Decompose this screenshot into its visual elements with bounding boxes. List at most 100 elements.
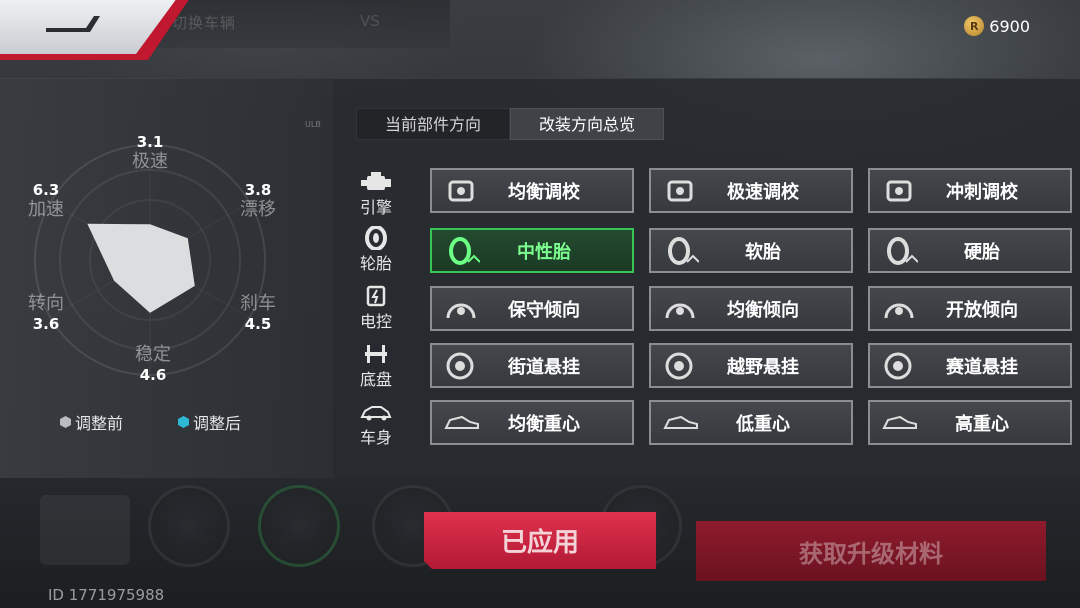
- category-label: 引擎: [359, 198, 392, 217]
- stat-name: 漂移: [240, 199, 276, 220]
- car-body-icon: [882, 415, 917, 429]
- option-neutral-tire[interactable]: 中性胎: [430, 228, 634, 273]
- category-label: 底盘: [359, 370, 392, 389]
- legend-before: 调整前: [60, 410, 123, 434]
- tire-icon: [887, 236, 918, 265]
- part-slot[interactable]: [148, 485, 230, 567]
- stat-name: 转向: [28, 293, 64, 314]
- hexagon-icon: [60, 416, 71, 428]
- radar-label-acceleration: 6.3 加速: [18, 180, 74, 220]
- option-sprint-tuning[interactable]: 冲刺调校: [868, 168, 1072, 213]
- option-label: 均衡倾向: [727, 299, 799, 321]
- category-electronics: 电控: [350, 284, 402, 332]
- category-engine: 引擎: [350, 170, 402, 218]
- chassis-icon: [365, 345, 387, 363]
- option-label: 高重心: [955, 413, 1009, 435]
- player-id: ID 1771975988: [48, 586, 165, 604]
- hexagon-icon: [178, 416, 189, 428]
- stats-tag: ULB: [305, 120, 321, 129]
- radar-before-polygon: [87, 223, 195, 313]
- category-body: 车身: [350, 400, 402, 448]
- gauge-icon: [884, 303, 914, 318]
- back-button[interactable]: [0, 0, 200, 60]
- option-track-suspension[interactable]: 赛道悬挂: [868, 343, 1072, 388]
- tab-tuning-overview[interactable]: 改装方向总览: [510, 108, 665, 140]
- radar-label-drift: 3.8 漂移: [230, 180, 286, 220]
- car-body-icon: [444, 415, 479, 429]
- legend-after: 调整后: [178, 410, 241, 434]
- car-body-icon: [360, 406, 392, 421]
- currency-display: R 6900: [964, 16, 1030, 36]
- car-body-icon: [663, 415, 698, 429]
- option-label: 越野悬挂: [727, 356, 799, 378]
- option-label: 开放倾向: [946, 299, 1018, 321]
- category-label: 车身: [359, 428, 392, 447]
- coin-icon: R: [964, 16, 985, 36]
- tire-icon: [668, 236, 699, 265]
- stat-name: 加速: [28, 199, 64, 220]
- option-label: 均衡调校: [508, 181, 580, 203]
- option-label: 保守倾向: [508, 299, 580, 321]
- radar-label-top-speed: 3.1 极速: [125, 132, 175, 172]
- stat-value: 3.8: [244, 181, 272, 199]
- back-arrow-icon: [46, 16, 100, 32]
- get-upgrade-materials-button[interactable]: 获取升级材料: [696, 521, 1046, 581]
- option-balanced-tuning[interactable]: 均衡调校: [430, 168, 634, 213]
- option-conservative-bias[interactable]: 保守倾向: [430, 286, 634, 331]
- option-balanced-bias[interactable]: 均衡倾向: [649, 286, 853, 331]
- legend-after-label: 调整后: [193, 414, 242, 433]
- option-label: 赛道悬挂: [946, 356, 1018, 378]
- stat-value: 6.3: [32, 181, 60, 199]
- applied-button[interactable]: 已应用: [424, 512, 656, 569]
- option-high-center-of-gravity[interactable]: 高重心: [868, 400, 1072, 445]
- background-vs-text: VS: [360, 12, 380, 30]
- radar-label-stability: 稳定 4.6: [125, 345, 181, 385]
- option-hard-tire[interactable]: 硬胎: [868, 228, 1072, 273]
- stat-value: 3.1: [136, 133, 164, 151]
- gauge-icon: [446, 303, 476, 318]
- tire-icon: [365, 225, 387, 251]
- radar-label-steering: 转向 3.6: [18, 294, 74, 334]
- engine-icon: [448, 180, 474, 201]
- stat-value: 4.6: [139, 366, 167, 384]
- option-low-center-of-gravity[interactable]: 低重心: [649, 400, 853, 445]
- category-tire: 轮胎: [350, 225, 402, 274]
- brake-disc-icon: [446, 352, 474, 379]
- tab-current-part-direction[interactable]: 当前部件方向: [356, 108, 511, 140]
- stat-value: 3.6: [32, 315, 60, 333]
- category-label: 电控: [359, 312, 392, 331]
- option-label: 极速调校: [727, 181, 799, 203]
- direction-tabs: 当前部件方向 改装方向总览: [356, 108, 665, 140]
- option-offroad-suspension[interactable]: 越野悬挂: [649, 343, 853, 388]
- option-label: 冲刺调校: [946, 181, 1018, 203]
- radar-label-brake: 刹车 4.5: [230, 294, 286, 334]
- stat-name: 刹车: [240, 293, 276, 314]
- brake-disc-icon: [665, 352, 693, 379]
- option-label: 中性胎: [517, 241, 571, 263]
- background-car-thumbnail: [40, 495, 130, 565]
- engine-icon: [667, 180, 693, 201]
- option-label: 低重心: [736, 413, 790, 435]
- option-label: 硬胎: [964, 241, 1000, 263]
- option-label: 均衡重心: [508, 413, 580, 435]
- stat-name: 稳定: [135, 344, 171, 365]
- chip-icon: [366, 285, 386, 307]
- engine-icon: [361, 172, 391, 190]
- option-top-speed-tuning[interactable]: 极速调校: [649, 168, 853, 213]
- currency-value: 6900: [989, 16, 1030, 36]
- option-balanced-center-of-gravity[interactable]: 均衡重心: [430, 400, 634, 445]
- stat-value: 4.5: [244, 315, 272, 333]
- brake-disc-icon: [884, 352, 912, 379]
- part-slot[interactable]: [258, 485, 340, 567]
- tire-icon: [449, 236, 480, 265]
- option-label: 软胎: [745, 241, 781, 263]
- option-street-suspension[interactable]: 街道悬挂: [430, 343, 634, 388]
- gauge-icon: [665, 303, 695, 318]
- legend-before-label: 调整前: [75, 414, 124, 433]
- option-soft-tire[interactable]: 软胎: [649, 228, 853, 273]
- option-open-bias[interactable]: 开放倾向: [868, 286, 1072, 331]
- category-label: 轮胎: [359, 254, 392, 273]
- engine-icon: [886, 180, 912, 201]
- category-chassis: 底盘: [350, 342, 402, 390]
- stat-name: 极速: [132, 151, 168, 172]
